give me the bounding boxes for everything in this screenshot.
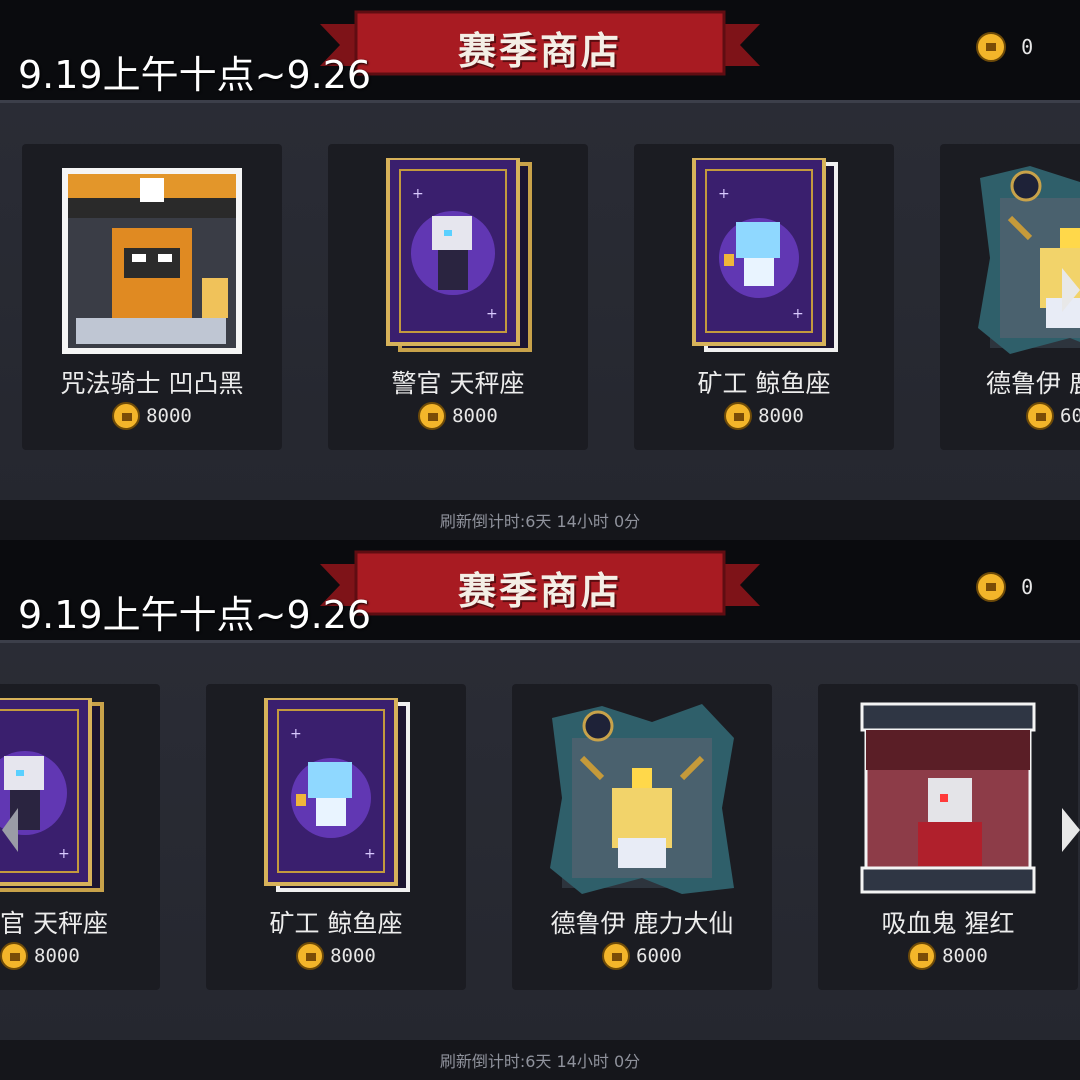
item-price: 8000 <box>0 942 160 970</box>
coin-icon <box>418 402 447 430</box>
shop-title: 赛季商店 <box>457 569 622 613</box>
item-name: 咒法骑士 凹凸黑 <box>60 369 244 398</box>
item-price: 8000 <box>328 402 588 430</box>
refresh-countdown: 刷新倒计时:6天 14小时 0分 <box>439 512 641 531</box>
shop-item-card[interactable]: 矿工 鲸鱼座 8000 <box>634 144 894 450</box>
shop-item-card[interactable]: 德鲁伊 鹿力大仙 6000 <box>512 684 772 990</box>
item-name: 官 天秤座 <box>0 909 108 938</box>
coin-icon <box>976 32 1006 62</box>
item-price: 6000 <box>940 402 1080 430</box>
item-price: 8000 <box>22 402 282 430</box>
coin-icon <box>296 942 325 970</box>
item-price-value: 8000 <box>452 405 498 427</box>
date-overlay: 9.19上午十点~9.26 <box>18 593 372 637</box>
officer-libra-card-icon <box>386 158 532 352</box>
item-price: 8000 <box>818 942 1078 970</box>
shop-screenshot-top: 赛季商店 9.19上午十点~9.26 0 咒法骑士 凹凸黑 8000 警官 天秤… <box>0 0 1080 540</box>
coin-balance: 0 <box>976 32 1033 66</box>
coin-balance: 0 <box>976 572 1033 606</box>
vampire-scarlet-skin-icon <box>860 702 1036 894</box>
druid-deer-skin-icon <box>970 158 1080 358</box>
item-price: 8000 <box>634 402 894 430</box>
item-name: 矿工 鲸鱼座 <box>269 909 403 938</box>
item-name: 吸血鬼 猩红 <box>881 909 1015 938</box>
item-price-value: 6000 <box>636 945 682 967</box>
item-price: 8000 <box>206 942 466 970</box>
druid-deer-skin-icon <box>542 698 742 898</box>
miner-cetus-card-icon <box>692 158 838 352</box>
coin-icon <box>1026 402 1054 430</box>
refresh-countdown: 刷新倒计时:6天 14小时 0分 <box>439 1052 641 1071</box>
shop-title-banner: 赛季商店 <box>320 546 760 626</box>
item-name: 德鲁伊 鹿力大仙 <box>550 909 734 938</box>
item-name: 德鲁伊 鹿 <box>986 369 1080 398</box>
officer-libra-card-icon <box>0 698 104 892</box>
coin-icon <box>0 942 28 970</box>
item-price-value: 8000 <box>146 405 192 427</box>
coin-balance-value: 0 <box>1021 35 1034 59</box>
item-price-value: 8000 <box>942 945 988 967</box>
coin-icon <box>112 402 141 430</box>
knight-skin-icon <box>62 168 242 354</box>
coin-icon <box>602 942 631 970</box>
coin-icon <box>724 402 753 430</box>
date-overlay: 9.19上午十点~9.26 <box>18 53 372 97</box>
item-price-value: 8000 <box>330 945 376 967</box>
shop-title-banner: 赛季商店 <box>320 6 760 86</box>
shop-item-card[interactable]: 吸血鬼 猩红 8000 <box>818 684 1078 990</box>
miner-cetus-card-icon <box>264 698 410 892</box>
coin-balance-value: 0 <box>1021 575 1034 599</box>
item-price: 6000 <box>512 942 772 970</box>
scroll-left-arrow[interactable] <box>2 808 18 852</box>
shop-item-card[interactable]: 德鲁伊 鹿 6000 <box>940 144 1080 450</box>
coin-icon <box>908 942 937 970</box>
item-price-value: 6000 <box>1060 405 1080 427</box>
scroll-right-arrow[interactable] <box>1062 268 1080 312</box>
item-price-value: 8000 <box>758 405 804 427</box>
item-price-value: 8000 <box>34 945 80 967</box>
shop-screenshot-bottom: 赛季商店 9.19上午十点~9.26 0 官 天秤座 8000 矿工 鲸鱼座 8… <box>0 540 1080 1080</box>
shop-item-card[interactable]: 官 天秤座 8000 <box>0 684 160 990</box>
shop-title: 赛季商店 <box>457 29 622 73</box>
shop-item-card[interactable]: 矿工 鲸鱼座 8000 <box>206 684 466 990</box>
shop-item-card[interactable]: 咒法骑士 凹凸黑 8000 <box>22 144 282 450</box>
item-name: 警官 天秤座 <box>391 369 525 398</box>
shop-item-card[interactable]: 警官 天秤座 8000 <box>328 144 588 450</box>
item-name: 矿工 鲸鱼座 <box>697 369 831 398</box>
scroll-right-arrow[interactable] <box>1062 808 1080 852</box>
coin-icon <box>976 572 1006 602</box>
